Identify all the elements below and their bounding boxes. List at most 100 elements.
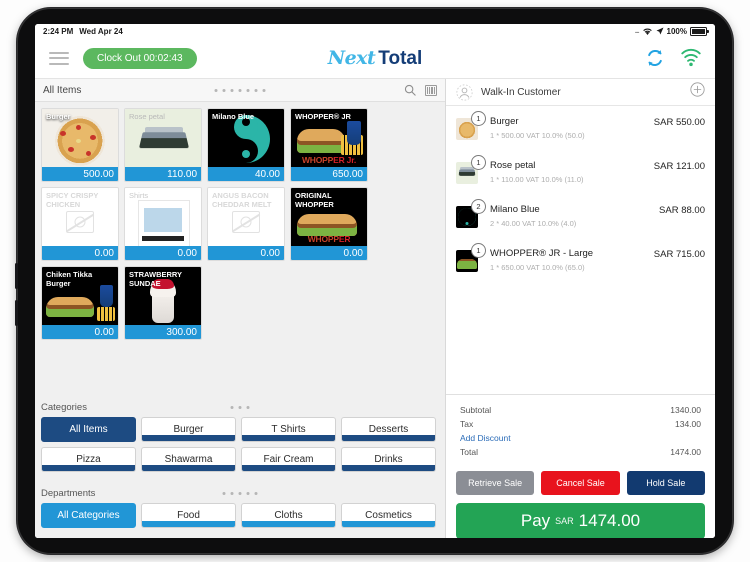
category-chip-pizza[interactable]: Pizza [41, 447, 136, 472]
total-row: Total 1474.00 [460, 445, 701, 459]
product-tile[interactable]: ANGUS BACON CHEDDAR MELT 0.00 [207, 187, 285, 261]
product-price: 110.00 [125, 167, 201, 181]
cart-row[interactable]: 1 WHOPPER® JR - Large 1 * 650.00 VAT 10.… [446, 242, 715, 286]
barcode-icon[interactable] [425, 84, 437, 96]
cart-row[interactable]: 1 Rose petal 1 * 110.00 VAT 10.0% (11.0)… [446, 154, 715, 198]
cart-item-detail: 1 * 110.00 VAT 10.0% (11.0) [490, 175, 584, 184]
cart-item-qty: 1 [471, 155, 486, 170]
logo-next-text: Next [327, 46, 376, 69]
product-price: 0.00 [125, 246, 201, 260]
product-price: 0.00 [42, 246, 118, 260]
volume-down-button[interactable] [15, 300, 18, 326]
search-icon[interactable] [404, 84, 416, 96]
product-image: WHOPPER Jr. WHOPPER® JR [291, 109, 367, 167]
ipad-screen: 2:24 PM Wed Apr 24 .... 100% Clock Out 0… [35, 24, 715, 538]
cart-item-qty: 1 [471, 243, 486, 258]
cart-item-amount: SAR 88.00 [659, 205, 705, 216]
sale-action-buttons: Retrieve Sale Cancel Sale Hold Sale [446, 463, 715, 495]
plus-circle-icon[interactable] [690, 82, 705, 97]
app-top-bar: Clock Out 00:02:43 Next Total [35, 38, 715, 79]
category-chip-fair-cream[interactable]: Fair Cream [241, 447, 336, 472]
product-tile[interactable]: WHOPPER ORIGINAL WHOPPER 0.00 [290, 187, 368, 261]
items-header-icons [404, 84, 437, 96]
product-price: 0.00 [208, 246, 284, 260]
product-tile[interactable]: WHOPPER Jr. WHOPPER® JR 650.00 [290, 108, 368, 182]
department-chip-cloths[interactable]: Cloths [241, 503, 336, 528]
no-image-icon [232, 210, 260, 233]
product-image: Shirts [125, 188, 201, 246]
product-tile[interactable]: Chiken Tikka Burger 0.00 [41, 266, 119, 340]
cart-item-amount: SAR 715.00 [653, 249, 705, 260]
sync-icon[interactable] [645, 48, 665, 68]
cart-item-name: Milano Blue [490, 204, 540, 215]
department-chip-cosmetics[interactable]: Cosmetics [341, 503, 436, 528]
category-chip-t-shirts[interactable]: T Shirts [241, 417, 336, 442]
department-chip-food[interactable]: Food [141, 503, 236, 528]
product-tile[interactable]: Rose petal 110.00 [124, 108, 202, 182]
product-image: SPICY CRISPY CHICKEN [42, 188, 118, 246]
retrieve-sale-button[interactable]: Retrieve Sale [456, 471, 535, 495]
product-image: Burger [42, 109, 118, 167]
app-logo: Next Total [328, 47, 423, 70]
product-name: Shirts [129, 191, 149, 200]
volume-up-button[interactable] [15, 263, 18, 289]
category-chip-shawarma[interactable]: Shawarma [141, 447, 236, 472]
product-price: 300.00 [125, 325, 201, 339]
pay-label: Pay [520, 511, 551, 530]
pay-button[interactable]: Pay SAR 1474.00 [456, 503, 705, 538]
add-customer-button[interactable] [690, 82, 705, 102]
department-chip-all-categories[interactable]: All Categories [41, 503, 136, 528]
ios-status-bar: 2:24 PM Wed Apr 24 .... 100% [35, 24, 715, 38]
product-tile[interactable]: SPICY CRISPY CHICKEN 0.00 [41, 187, 119, 261]
cart-item-detail: 1 * 650.00 VAT 10.0% (65.0) [490, 263, 585, 272]
product-tile[interactable]: Shirts 0.00 [124, 187, 202, 261]
cancel-sale-button[interactable]: Cancel Sale [541, 471, 620, 495]
cart-item-info: WHOPPER® JR - Large 1 * 650.00 VAT 10.0%… [490, 248, 654, 272]
cart-row[interactable]: 2 Milano Blue 2 * 40.00 VAT 10.0% (4.0) … [446, 198, 715, 242]
product-name: ANGUS BACON CHEDDAR MELT [212, 191, 272, 210]
battery-icon [690, 26, 709, 36]
cart-row[interactable]: 1 Burger 1 * 500.00 VAT 10.0% (50.0) SAR… [446, 110, 715, 154]
product-grid: Burger 500.00 Rose petal 110.00 Milano B… [41, 108, 445, 340]
items-title: All Items [43, 84, 82, 96]
logo-total-text: Total [378, 47, 423, 69]
battery-percent: 100% [666, 26, 687, 36]
category-chip-all-items[interactable]: All Items [41, 417, 136, 442]
cart-item-name: Burger [490, 116, 519, 127]
category-chip-burger[interactable]: Burger [141, 417, 236, 442]
product-price: 0.00 [291, 246, 367, 260]
departments-row: All Categories Food Cloths Cosmetics [41, 503, 439, 528]
wifi-signal-icon[interactable] [681, 48, 701, 68]
product-price: 500.00 [42, 167, 118, 181]
status-time: 2:24 PM [43, 26, 74, 36]
subtotal-value: 1340.00 [670, 405, 701, 415]
total-label: Total [460, 447, 478, 457]
product-image: WHOPPER ORIGINAL WHOPPER [291, 188, 367, 246]
add-discount-link[interactable]: Add Discount [460, 431, 701, 445]
customer-bar[interactable]: Walk-In Customer [446, 79, 715, 106]
app-bar-actions [645, 48, 701, 68]
product-image: ANGUS BACON CHEDDAR MELT [208, 188, 284, 246]
total-value: 1474.00 [670, 447, 701, 457]
category-chip-desserts[interactable]: Desserts [341, 417, 436, 442]
product-image: Milano Blue [208, 109, 284, 167]
cart-item-name: Rose petal [490, 160, 536, 171]
no-image-icon [66, 210, 94, 233]
product-image: Rose petal [125, 109, 201, 167]
product-tile[interactable]: Burger 500.00 [41, 108, 119, 182]
cart-panel: Walk-In Customer 1 Burger 1 * 500.00 VAT… [446, 79, 715, 538]
tax-row: Tax 134.00 [460, 417, 701, 431]
product-tile[interactable]: Milano Blue 40.00 [207, 108, 285, 182]
categories-section: Categories All Items Burger T Shirts Des… [35, 397, 445, 483]
hold-sale-button[interactable]: Hold Sale [626, 471, 705, 495]
status-left: 2:24 PM Wed Apr 24 [43, 27, 123, 36]
product-tile[interactable]: STRAWBERRY SUNDAE 300.00 [124, 266, 202, 340]
user-avatar-icon[interactable] [456, 83, 473, 101]
cart-item-detail: 2 * 40.00 VAT 10.0% (4.0) [490, 219, 577, 228]
cart-item-info: Rose petal 1 * 110.00 VAT 10.0% (11.0) [490, 160, 654, 184]
category-chip-drinks[interactable]: Drinks [341, 447, 436, 472]
product-price: 650.00 [291, 167, 367, 181]
cart-item-qty: 2 [471, 199, 486, 214]
clock-out-button[interactable]: Clock Out 00:02:43 [83, 47, 197, 69]
hamburger-menu-icon[interactable] [49, 51, 69, 65]
